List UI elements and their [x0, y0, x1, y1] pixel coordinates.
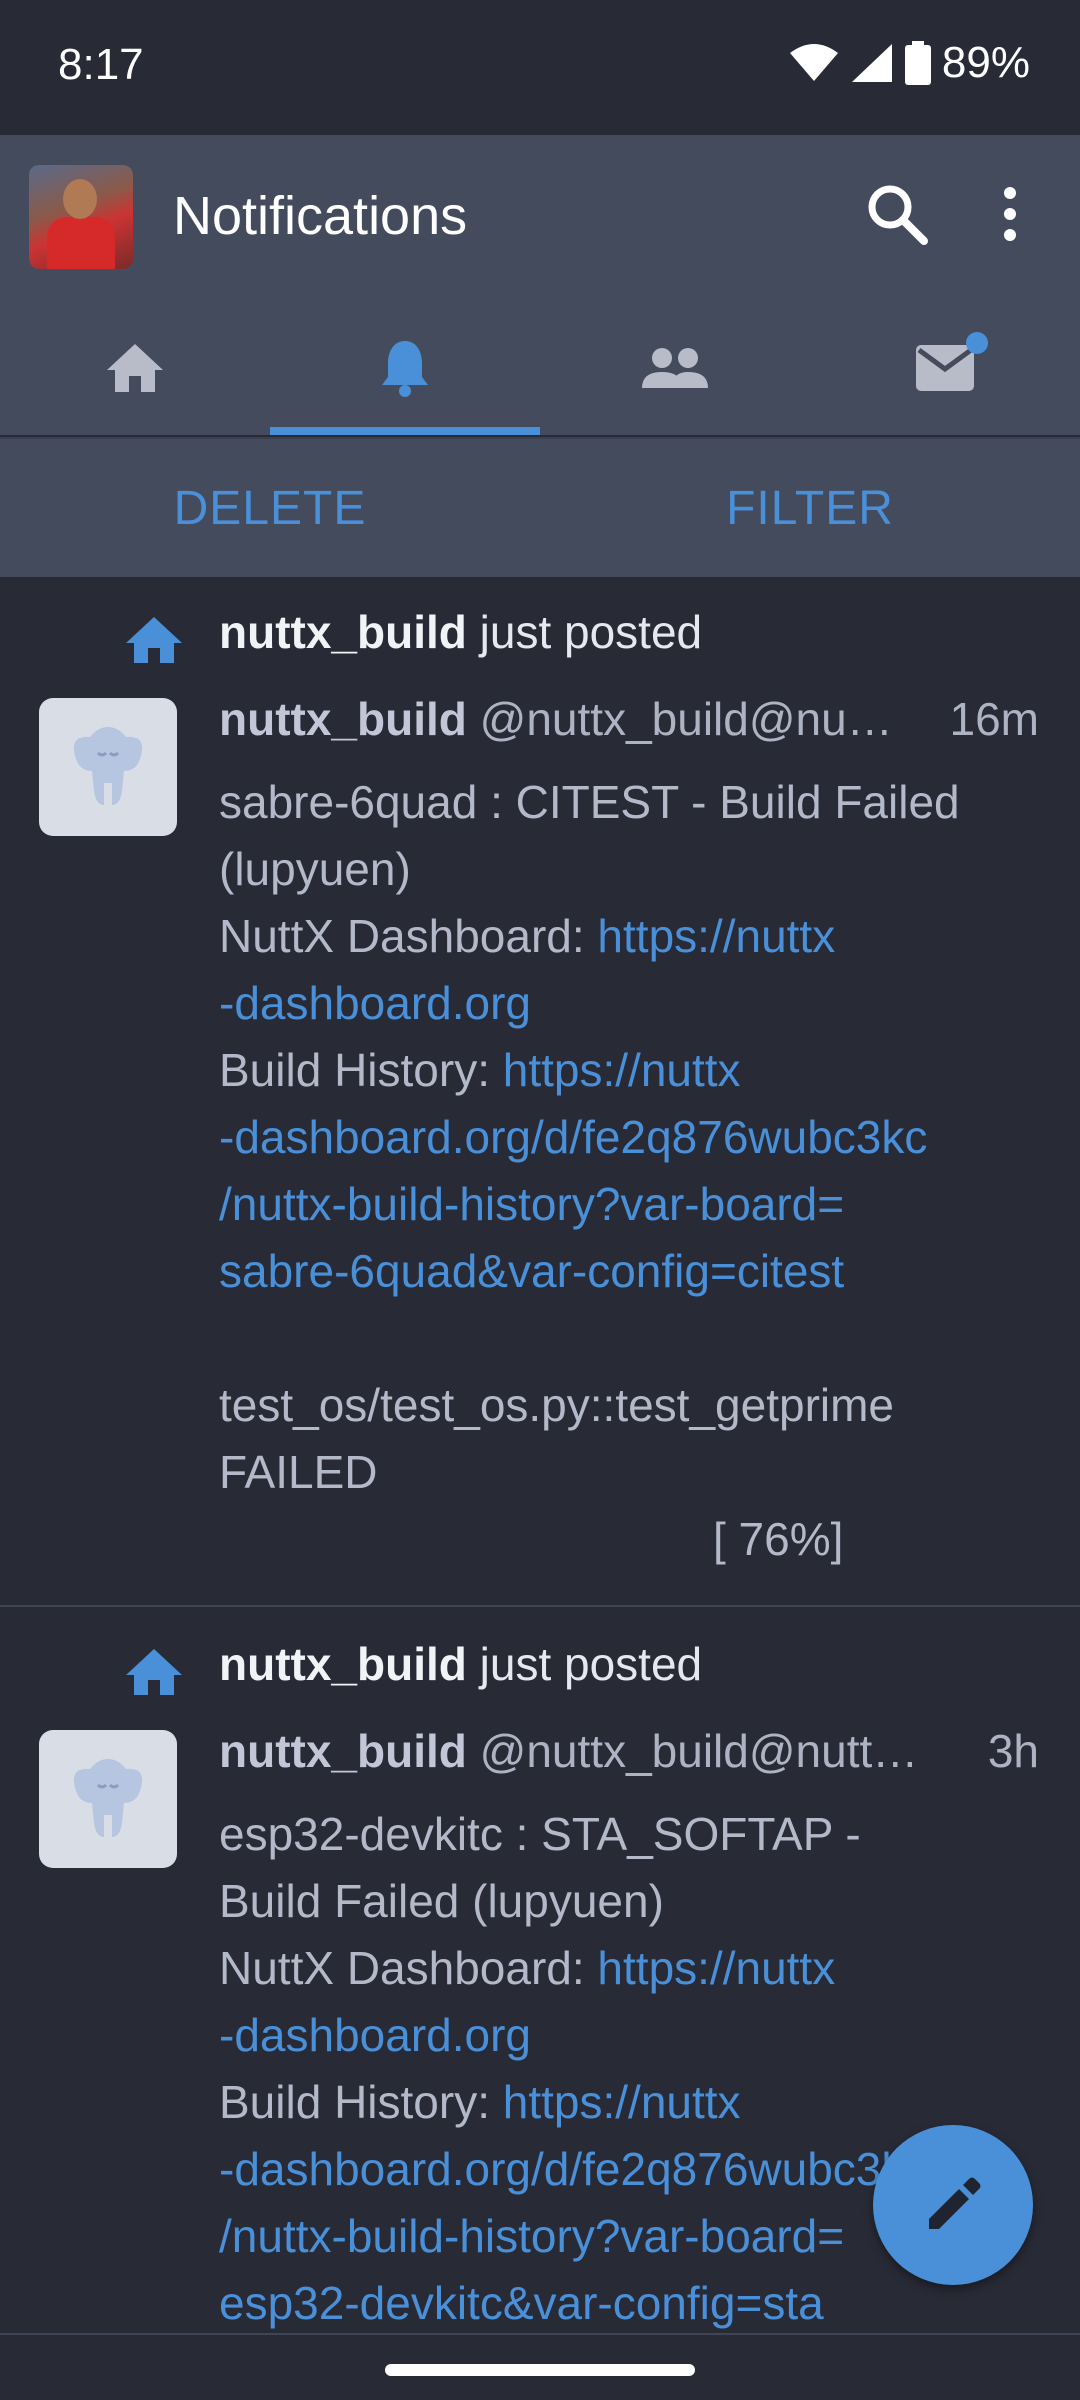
page-title: Notifications [173, 186, 468, 246]
dashboard-link[interactable]: https://nuttx [597, 1942, 835, 1994]
home-icon [126, 1649, 182, 1695]
progress-text: [ 76%] [713, 1513, 844, 1565]
mail-icon [916, 344, 974, 391]
content-line: Build History: https://nuttx [219, 2069, 1059, 2136]
dashboard-link[interactable]: https://nuttx [597, 910, 835, 962]
content-line: (lupyuen) [219, 843, 411, 895]
bell-icon [382, 340, 428, 397]
content-line: NuttX Dashboard: https://nuttx [219, 1935, 1059, 2002]
tab-notifications[interactable] [270, 300, 540, 435]
content-line: Build Failed (lupyuen) [219, 1875, 664, 1927]
signal-icon [851, 44, 892, 82]
content-line: sabre-6quad : CITEST - Build Failed [219, 776, 960, 828]
notification-summary: nuttx_build just posted [219, 605, 702, 659]
content-line: esp32-devkitc : STA_SOFTAP - [219, 1808, 861, 1860]
bottom-divider [0, 2333, 1080, 2335]
dashboard-link[interactable]: -dashboard.org [219, 2002, 1059, 2069]
dashboard-link[interactable]: -dashboard.org [219, 970, 1059, 1037]
post-meta: nuttx_build @nuttx_build@nu… 16m [219, 692, 1039, 746]
divider [0, 1605, 1080, 1607]
compose-button[interactable] [873, 2125, 1033, 2285]
history-link[interactable]: /nuttx-build-history?var-board= [219, 1171, 1059, 1238]
post-time: 3h [987, 1725, 1039, 1777]
gesture-handle[interactable] [385, 2364, 695, 2376]
dashboard-label: NuttX Dashboard: [219, 1942, 598, 1994]
content-line: NuttX Dashboard: https://nuttx [219, 903, 1059, 970]
pencil-icon [929, 2177, 981, 2229]
user-handle: @nuttx_build@nu… [479, 693, 893, 745]
account-avatar[interactable] [29, 165, 133, 269]
history-link[interactable]: sabre-6quad&var-config=citest [219, 1238, 1059, 1305]
history-label: Build History: [219, 1044, 503, 1096]
app-bar: Notifications [0, 135, 1080, 435]
status-bar: 8:17 89% [0, 0, 1080, 135]
post-content: sabre-6quad : CITEST - Build Failed (lup… [219, 769, 1059, 1573]
notification-header: nuttx_build just posted [0, 1629, 1080, 1709]
notification-action: just posted [466, 1638, 703, 1690]
avatar-shirt [47, 217, 115, 269]
more-options-icon[interactable] [985, 179, 1035, 249]
battery-icon [904, 41, 931, 85]
history-link[interactable]: https://nuttx [503, 2076, 741, 2128]
notification-header: nuttx_build just posted [0, 597, 1080, 677]
status-icons: 89% [788, 38, 1030, 88]
avatar[interactable] [39, 1730, 177, 1868]
avatar-face [63, 179, 97, 219]
notification-item[interactable]: nuttx_build just posted nuttx_build @nut… [0, 597, 1080, 1605]
content-line: Build History: https://nuttx [219, 1037, 1059, 1104]
tab-bar [0, 300, 1080, 435]
tab-home[interactable] [0, 300, 270, 435]
history-link[interactable]: -dashboard.org/d/fe2q876wubc3kc [219, 1104, 1059, 1171]
history-link[interactable]: https://nuttx [503, 1044, 741, 1096]
wifi-icon [789, 44, 838, 81]
delete-button[interactable]: DELETE [0, 439, 540, 577]
history-label: Build History: [219, 2076, 503, 2128]
avatar[interactable] [39, 698, 177, 836]
display-name[interactable]: nuttx_build [219, 1725, 467, 1777]
tab-messages[interactable] [810, 300, 1080, 435]
notifier-name: nuttx_build [219, 606, 467, 658]
home-icon [126, 617, 182, 663]
action-bar: DELETE FILTER [0, 437, 1080, 577]
notification-action: just posted [466, 606, 703, 658]
tab-indicator [270, 427, 540, 435]
search-icon[interactable] [862, 179, 932, 249]
notifier-name: nuttx_build [219, 1638, 467, 1690]
filter-button[interactable]: FILTER [540, 439, 1080, 577]
user-handle: @nuttx_build@nutt… [479, 1725, 919, 1777]
battery-percent: 89% [941, 38, 1030, 87]
elephant-icon [73, 1759, 143, 1837]
notification-summary: nuttx_build just posted [219, 1637, 702, 1691]
content-line: test_os/test_os.py::test_getprime [219, 1379, 895, 1431]
display-name[interactable]: nuttx_build [219, 693, 467, 745]
elephant-icon [73, 727, 143, 805]
status-time: 8:17 [58, 40, 144, 89]
post-time: 16m [949, 693, 1039, 745]
unread-badge [966, 332, 988, 354]
content-line: FAILED [219, 1446, 378, 1498]
home-icon [107, 343, 163, 392]
dashboard-label: NuttX Dashboard: [219, 910, 598, 962]
tab-people[interactable] [540, 300, 810, 435]
people-icon [642, 347, 708, 388]
post-meta: nuttx_build @nuttx_build@nutt… 3h [219, 1724, 1039, 1778]
